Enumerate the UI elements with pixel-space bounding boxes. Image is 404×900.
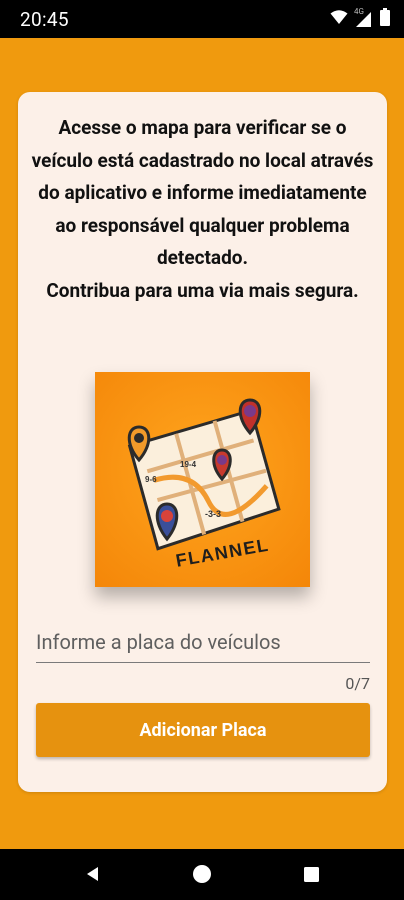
wifi-icon [330,9,348,29]
recents-icon[interactable] [300,863,322,885]
battery-icon [380,8,390,30]
status-icons: 4G [330,7,390,30]
map-label-3: -3-3 [205,509,221,519]
home-icon[interactable] [191,863,213,885]
app-logo: 9-6 19-4 -3-3 FLANNEL [95,372,310,587]
signal-icon: 4G [354,7,374,28]
navigation-bar [0,849,404,900]
app-area: Acesse o mapa para verificar se o veícul… [0,38,404,849]
main-card: Acesse o mapa para verificar se o veícul… [18,92,387,792]
safety-slogan: Contribua para uma via mais segura. [46,278,359,302]
map-label-2: 19-4 [180,460,197,469]
status-bar: 20:45 4G [0,0,404,38]
add-plate-button[interactable]: Adicionar Placa [36,703,370,757]
map-label-1: 9-6 [145,475,157,484]
status-time: 20:45 [20,7,69,31]
back-icon[interactable] [82,863,104,885]
instruction-message: Acesse o mapa para verificar se o veícul… [28,112,377,307]
network-type-label: 4G [354,7,364,16]
character-counter: 0/7 [345,674,370,693]
plate-input-container [36,622,370,663]
instruction-text: Acesse o mapa para verificar se o veícul… [31,116,374,269]
plate-input[interactable] [36,622,370,662]
